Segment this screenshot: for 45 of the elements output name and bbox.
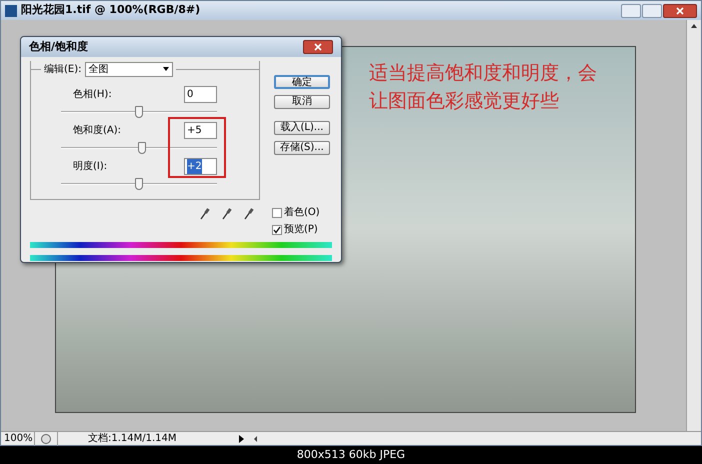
- slider-label: 明度(I):: [73, 160, 108, 174]
- dialog-button[interactable]: 确定: [274, 75, 330, 89]
- slider-thumb[interactable]: [135, 178, 143, 190]
- zoom-level: 100%: [1, 431, 35, 446]
- dialog-button[interactable]: 存储(S)...: [274, 141, 330, 155]
- dialog-button[interactable]: 载入(L)...: [274, 121, 330, 135]
- slider-label: 饱和度(A):: [73, 124, 122, 138]
- edit-dropdown[interactable]: 全图: [84, 62, 172, 76]
- close-button[interactable]: [663, 4, 697, 18]
- window-title: 阳光花园1.tif @ 100%(RGB/8#): [21, 2, 200, 18]
- edit-label: 编辑(E):: [44, 62, 82, 76]
- slider-label: 色相(H):: [73, 88, 112, 102]
- checkbox-label: 预览(P): [284, 223, 318, 237]
- annotation-text: 适当提高饱和度和明度，会: [369, 61, 597, 85]
- close-button[interactable]: [303, 40, 333, 54]
- minimize-button[interactable]: [621, 4, 641, 18]
- image-info: 800x513 60kb JPEG: [296, 446, 406, 463]
- close-icon: [314, 43, 322, 51]
- value-field[interactable]: +5: [184, 122, 217, 138]
- dialog-button[interactable]: 取消: [274, 95, 330, 109]
- app-icon: [5, 4, 17, 16]
- maximize-button[interactable]: [642, 4, 662, 18]
- highlight-rectangle: [168, 117, 226, 178]
- checkbox-label: 着色(O): [284, 206, 320, 220]
- slider-track[interactable]: [61, 178, 217, 190]
- value-field[interactable]: 0: [184, 86, 217, 102]
- dialog-title: 色相/饱和度: [29, 38, 88, 55]
- eyedropper-icon[interactable]: [244, 208, 254, 220]
- document-size: 文档:1.14M/1.14M: [57, 431, 197, 446]
- slider-thumb[interactable]: [135, 106, 143, 118]
- scroll-left-icon[interactable]: [254, 436, 257, 442]
- status-icon: [41, 434, 51, 444]
- close-icon: [676, 6, 684, 14]
- scroll-bar[interactable]: [686, 20, 701, 431]
- value-field[interactable]: +2: [184, 158, 217, 174]
- annotation-text: 让图面色彩感觉更好些: [369, 89, 560, 113]
- slider-track[interactable]: [61, 142, 217, 154]
- eyedropper-icon[interactable]: [200, 208, 210, 220]
- caret-icon: [162, 67, 168, 71]
- checkbox[interactable]: [272, 224, 282, 234]
- checkbox[interactable]: [272, 208, 282, 218]
- play-arrow-icon[interactable]: [239, 434, 244, 442]
- slider-track[interactable]: [61, 106, 217, 118]
- eyedropper-icon[interactable]: [222, 208, 232, 220]
- slider-thumb[interactable]: [138, 142, 146, 154]
